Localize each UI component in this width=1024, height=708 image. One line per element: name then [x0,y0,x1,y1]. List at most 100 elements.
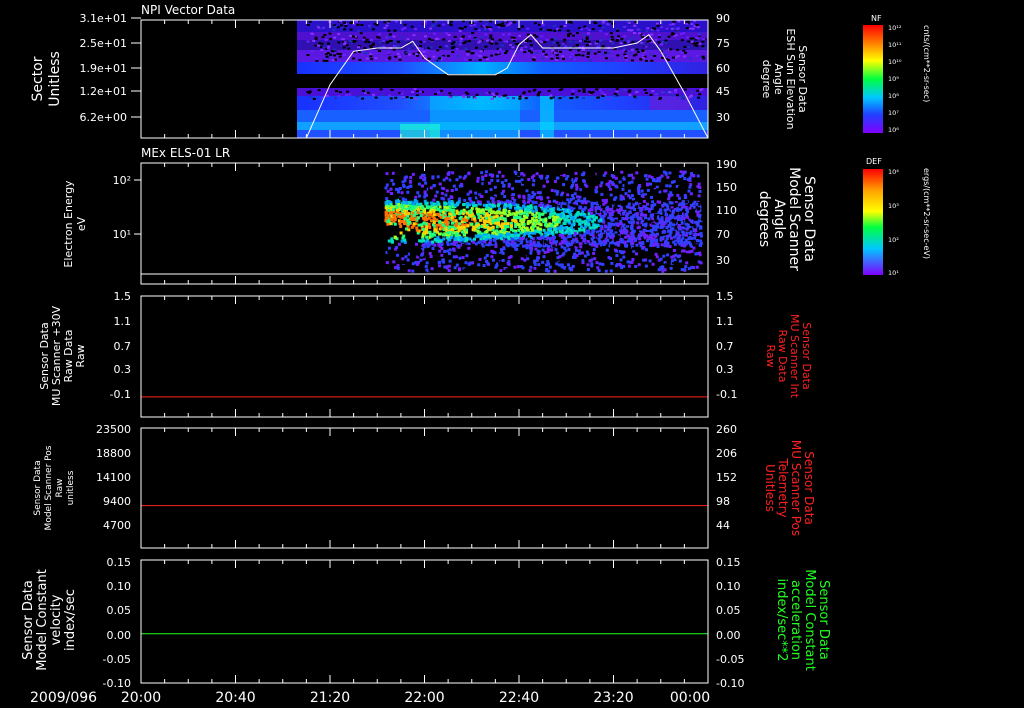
heatmap-cell [556,176,560,180]
heatmap-cell [585,36,589,39]
heatmap-cell [599,184,603,188]
heatmap-cell [580,28,584,31]
heatmap-cell [392,35,396,38]
heatmap-cell [436,175,440,179]
heatmap-cell [690,211,694,215]
heatmap-cell [525,246,529,250]
heatmap-cell [521,25,524,28]
heatmap-cell [610,58,614,61]
heatmap-cell [446,46,450,49]
axis-title-line: degrees [756,191,772,247]
heatmap-cell [416,211,420,215]
heatmap-cell [669,48,673,51]
heatmap-cell [338,53,342,55]
heatmap-cell [387,52,390,55]
heatmap-cell [428,226,432,229]
heatmap-cell [655,179,658,183]
heatmap-cell [588,90,592,93]
heatmap-cell [327,45,331,48]
heatmap-cell [588,42,592,45]
heatmap-cell [635,212,639,216]
colorbar-tick-label: 10⁶ [888,126,899,134]
heatmap-cell [427,244,431,248]
x-ticks [140,296,709,417]
heatmap-cell [571,53,574,56]
heatmap-cell [325,60,329,62]
heatmap-cell [409,184,413,188]
heatmap-cell [680,51,684,54]
heatmap-cell [544,53,548,56]
heatmap-cell [641,223,645,227]
heatmap-cell [645,234,649,238]
heatmap-cell [600,181,604,185]
heatmap-cell [663,268,667,272]
heatmap-cell [551,231,555,235]
heatmap-cell [506,262,510,265]
heatmap-cell [403,238,407,242]
heatmap-cell [314,37,318,40]
heatmap-cell [498,23,502,26]
heatmap-cell [482,203,486,207]
heatmap-cell [415,242,418,246]
heatmap-cell [625,214,629,218]
heatmap-cell [421,205,425,209]
heatmap-cell [685,247,689,251]
heatmap-cell [519,219,523,223]
heatmap-cell [315,57,319,60]
heatmap-cell [369,53,373,56]
heatmap-cell [489,34,493,37]
heatmap-cell [429,219,433,223]
heatmap-cell [450,268,454,272]
time-tick-label: 23:20 [593,690,633,706]
heatmap-cell [677,221,681,224]
tick-label: 18800 [96,447,131,460]
heatmap-cell [634,91,638,94]
heatmap-cell [645,30,649,32]
heatmap-cell [691,27,695,30]
heatmap-cell [441,56,445,59]
heatmap-cell [461,225,465,229]
heatmap-cell [415,228,419,232]
heatmap-cell [389,97,393,100]
heatmap-cell [586,56,590,58]
heatmap-cell [596,210,600,213]
heatmap-cell [611,38,614,41]
heatmap-cell [444,193,448,197]
panel-title: MEx ELS-01 LR [141,146,230,160]
heatmap-cell [533,34,536,37]
heatmap-cell [604,51,608,54]
heatmap-cell [478,40,482,43]
heatmap-cell [571,264,575,268]
heatmap-cell [639,213,643,217]
heatmap-cell [517,223,521,227]
heatmap-cell [546,175,550,178]
tick-label: 30 [716,111,730,124]
heatmap-cell [630,226,633,230]
heatmap-cell [483,225,487,229]
heatmap-cell [697,96,701,99]
heatmap-cell [653,242,657,246]
heatmap-cell [624,183,628,187]
heatmap-cell [441,259,445,263]
heatmap-cell [695,265,699,269]
heatmap-cell [337,33,341,36]
heatmap-cell [503,40,507,43]
heatmap-cell [656,194,660,198]
heatmap-cell [660,43,664,46]
heatmap-cell [433,238,437,242]
heatmap-cell [669,230,673,234]
panel-title: NPI Vector Data [141,3,235,17]
heatmap-cell [396,264,400,268]
heatmap-cell [455,240,459,244]
heatmap-cell [512,244,516,248]
heatmap-cell [349,34,353,37]
heatmap-cell [431,24,435,27]
heatmap-cell [432,209,436,213]
heatmap-cell [672,254,676,258]
heatmap-cell [692,202,695,206]
heatmap-cell [362,38,366,41]
heatmap-cell [683,244,687,248]
tick-label: 0.00 [107,629,132,642]
heatmap-cell [532,242,536,246]
right-ticks: 1.5 1.1 0.7 0.3 -0.1 [716,290,737,401]
